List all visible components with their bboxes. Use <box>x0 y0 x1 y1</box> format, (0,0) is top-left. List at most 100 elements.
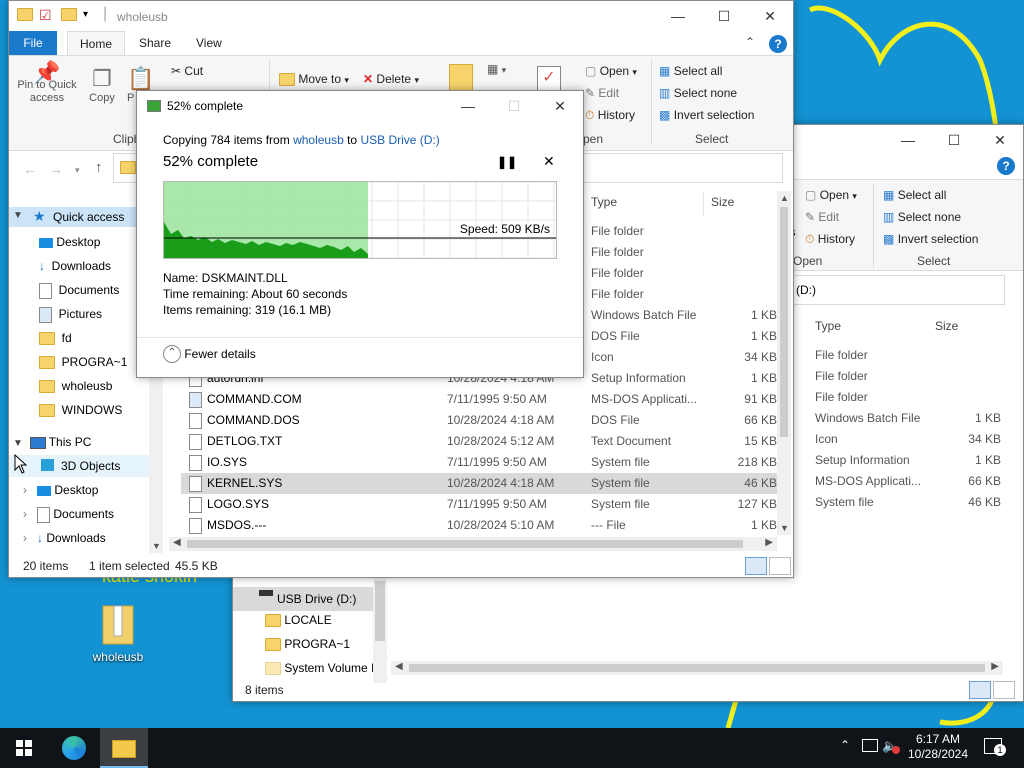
nav-item-3d-objects[interactable]: 3D Objects <box>9 455 149 477</box>
edit-button[interactable]: ✎ Edit <box>585 86 619 100</box>
close-button[interactable]: ✕ <box>747 1 793 31</box>
list-item[interactable]: System file 46 KB <box>815 492 1005 513</box>
nav-item-locale[interactable]: LOCALE <box>265 613 332 628</box>
customize-toolbar-icon[interactable]: ▾ <box>83 9 88 20</box>
new-item-icon[interactable]: ▦ ▾ <box>487 62 506 76</box>
open-button[interactable]: ▢ Open ▾ <box>805 188 857 202</box>
table-row[interactable]: COMMAND.DOS 10/28/2024 4:18 AM DOS File … <box>181 410 777 431</box>
history-button[interactable]: ⏱ History <box>585 108 635 123</box>
up-icon[interactable]: ↑ <box>95 159 103 176</box>
desktop-icon-wholeusb[interactable]: wholeusb <box>86 602 150 664</box>
copy-button[interactable]: ❐ Copy <box>87 66 117 104</box>
maximize-button[interactable]: ☐ <box>931 125 977 155</box>
invert-selection-button[interactable]: ▩ Invert selection <box>659 108 754 122</box>
table-row[interactable]: File folder <box>591 221 777 242</box>
collapse-ribbon-icon[interactable]: ⌃ <box>745 35 755 49</box>
nav-item-usb-drive[interactable]: USB Drive (D:) <box>233 587 373 611</box>
select-none-button[interactable]: ▥ Select none <box>883 210 961 224</box>
select-all-button[interactable]: ▦ Select all <box>883 188 946 202</box>
tab-home[interactable]: Home <box>67 31 126 56</box>
table-row[interactable]: COMMAND.COM 7/11/1995 9:50 AM MS-DOS App… <box>181 389 777 410</box>
tab-view[interactable]: View <box>184 31 234 55</box>
select-all-button[interactable]: ▦ Select all <box>659 64 722 78</box>
help-icon[interactable]: ? <box>769 35 787 53</box>
large-icons-view-icon[interactable] <box>993 681 1015 699</box>
nav-item-this-pc[interactable]: ▼ This PC <box>13 435 91 449</box>
tab-share[interactable]: Share <box>127 31 183 55</box>
table-row[interactable]: MSDOS.--- 10/28/2024 5:10 AM --- File 1 … <box>181 515 777 536</box>
list-item[interactable]: File folder <box>815 387 868 408</box>
open-button[interactable]: ▢ Open ▾ <box>585 64 637 78</box>
scroll-right-icon[interactable]: ▶ <box>765 537 773 548</box>
nav-item-pictures[interactable]: Pictures <box>39 307 102 323</box>
scroll-right-icon[interactable]: ▶ <box>991 661 999 672</box>
table-row[interactable]: DOS File 1 KB <box>591 326 777 347</box>
column-header-size[interactable]: Size <box>935 319 958 333</box>
nav-item-system-volume[interactable]: System Volume I <box>265 661 374 676</box>
fewer-details-button[interactable]: ⌃ Fewer details <box>163 345 256 363</box>
new-folder-icon[interactable] <box>61 8 77 21</box>
scroll-up-icon[interactable]: ▲ <box>780 193 789 203</box>
table-row[interactable]: LOGO.SYS 7/11/1995 9:50 AM System file 1… <box>181 494 777 515</box>
nav-item-windows[interactable]: WINDOWS <box>39 403 122 418</box>
vertical-scrollbar[interactable]: ▲ ▼ <box>777 191 791 535</box>
back-icon[interactable]: ← <box>23 161 37 177</box>
table-row[interactable]: File folder <box>591 263 777 284</box>
edge-browser-icon[interactable] <box>62 736 86 760</box>
nav-item-downloads[interactable]: ↓ Downloads <box>39 259 111 273</box>
cut-button[interactable]: ✂ Cut <box>171 64 203 78</box>
scroll-down-icon[interactable]: ▼ <box>152 541 161 551</box>
table-row[interactable]: IO.SYS 7/11/1995 9:50 AM System file 218… <box>181 452 777 473</box>
tab-file[interactable]: File <box>9 31 57 55</box>
close-button[interactable]: ✕ <box>537 91 583 121</box>
scroll-left-icon[interactable]: ◀ <box>395 661 403 672</box>
list-item[interactable]: Windows Batch File 1 KB <box>815 408 1005 429</box>
nav-item-wholeusb[interactable]: wholeusb <box>39 379 112 394</box>
windows-start-icon[interactable] <box>16 740 32 756</box>
pin-to-quick-access-button[interactable]: 📌 Pin to Quick access <box>15 62 79 105</box>
column-header-size[interactable]: Size <box>711 195 734 209</box>
minimize-button[interactable]: — <box>885 125 931 155</box>
source-link[interactable]: wholeusb <box>293 133 344 147</box>
move-to-button[interactable]: Move to ▾ <box>279 72 349 87</box>
nav-item-progra[interactable]: PROGRA~1 <box>265 637 350 652</box>
clock[interactable]: 6:17 AM 10/28/2024 <box>906 732 970 762</box>
table-row[interactable]: File folder <box>591 242 777 263</box>
list-item[interactable]: MS-DOS Applicati... 66 KB <box>815 471 1005 492</box>
nav-item-pc-desktop[interactable]: › Desktop <box>23 483 98 497</box>
details-view-icon[interactable] <box>745 557 767 575</box>
nav-item-fd[interactable]: fd <box>39 331 72 346</box>
destination-link[interactable]: USB Drive (D:) <box>360 133 439 147</box>
table-row-selected[interactable]: KERNEL.SYS 10/28/2024 4:18 AM System fil… <box>181 473 777 494</box>
recent-locations-icon[interactable]: ▾ <box>75 165 80 176</box>
table-row[interactable]: Windows Batch File 1 KB <box>591 305 777 326</box>
nav-item-progra[interactable]: PROGRA~1 <box>39 355 127 370</box>
properties-icon[interactable]: ☑ <box>39 7 52 24</box>
address-bar[interactable]: (D:) <box>791 275 1005 305</box>
minimize-button[interactable]: — <box>655 1 701 31</box>
minimize-button[interactable]: — <box>445 91 491 121</box>
column-header-type[interactable]: Type <box>815 319 841 333</box>
nav-item-documents[interactable]: Documents <box>39 283 119 299</box>
close-button[interactable]: ✕ <box>977 125 1023 155</box>
list-item[interactable]: File folder <box>815 366 868 387</box>
pause-icon[interactable]: ❚❚ <box>497 155 517 169</box>
list-item[interactable]: File folder <box>815 345 868 366</box>
nav-item-quick-access[interactable]: ▼ ★ Quick access <box>9 207 149 227</box>
nav-item-pc-documents[interactable]: › Documents <box>23 507 114 523</box>
nav-item-pc-downloads[interactable]: › ↓ Downloads <box>23 531 106 545</box>
scroll-left-icon[interactable]: ◀ <box>173 537 181 548</box>
nav-item-desktop[interactable]: Desktop <box>39 235 100 249</box>
file-explorer-taskbar-button[interactable] <box>100 728 148 768</box>
maximize-button[interactable]: ☐ <box>701 1 747 31</box>
cancel-icon[interactable]: ✕ <box>543 153 555 170</box>
table-row[interactable]: DETLOG.TXT 10/28/2024 5:12 AM Text Docum… <box>181 431 777 452</box>
network-icon[interactable] <box>862 739 878 752</box>
delete-button[interactable]: ✕ Delete ▾ <box>363 72 419 86</box>
invert-selection-button[interactable]: ▩ Invert selection <box>883 232 978 246</box>
table-row[interactable]: Icon 34 KB <box>591 347 777 368</box>
column-header-type[interactable]: Type <box>591 195 617 209</box>
horizontal-scrollbar[interactable]: ◀ ▶ <box>391 661 1003 675</box>
history-button[interactable]: ⏱ History <box>805 232 855 247</box>
large-icons-view-icon[interactable] <box>769 557 791 575</box>
